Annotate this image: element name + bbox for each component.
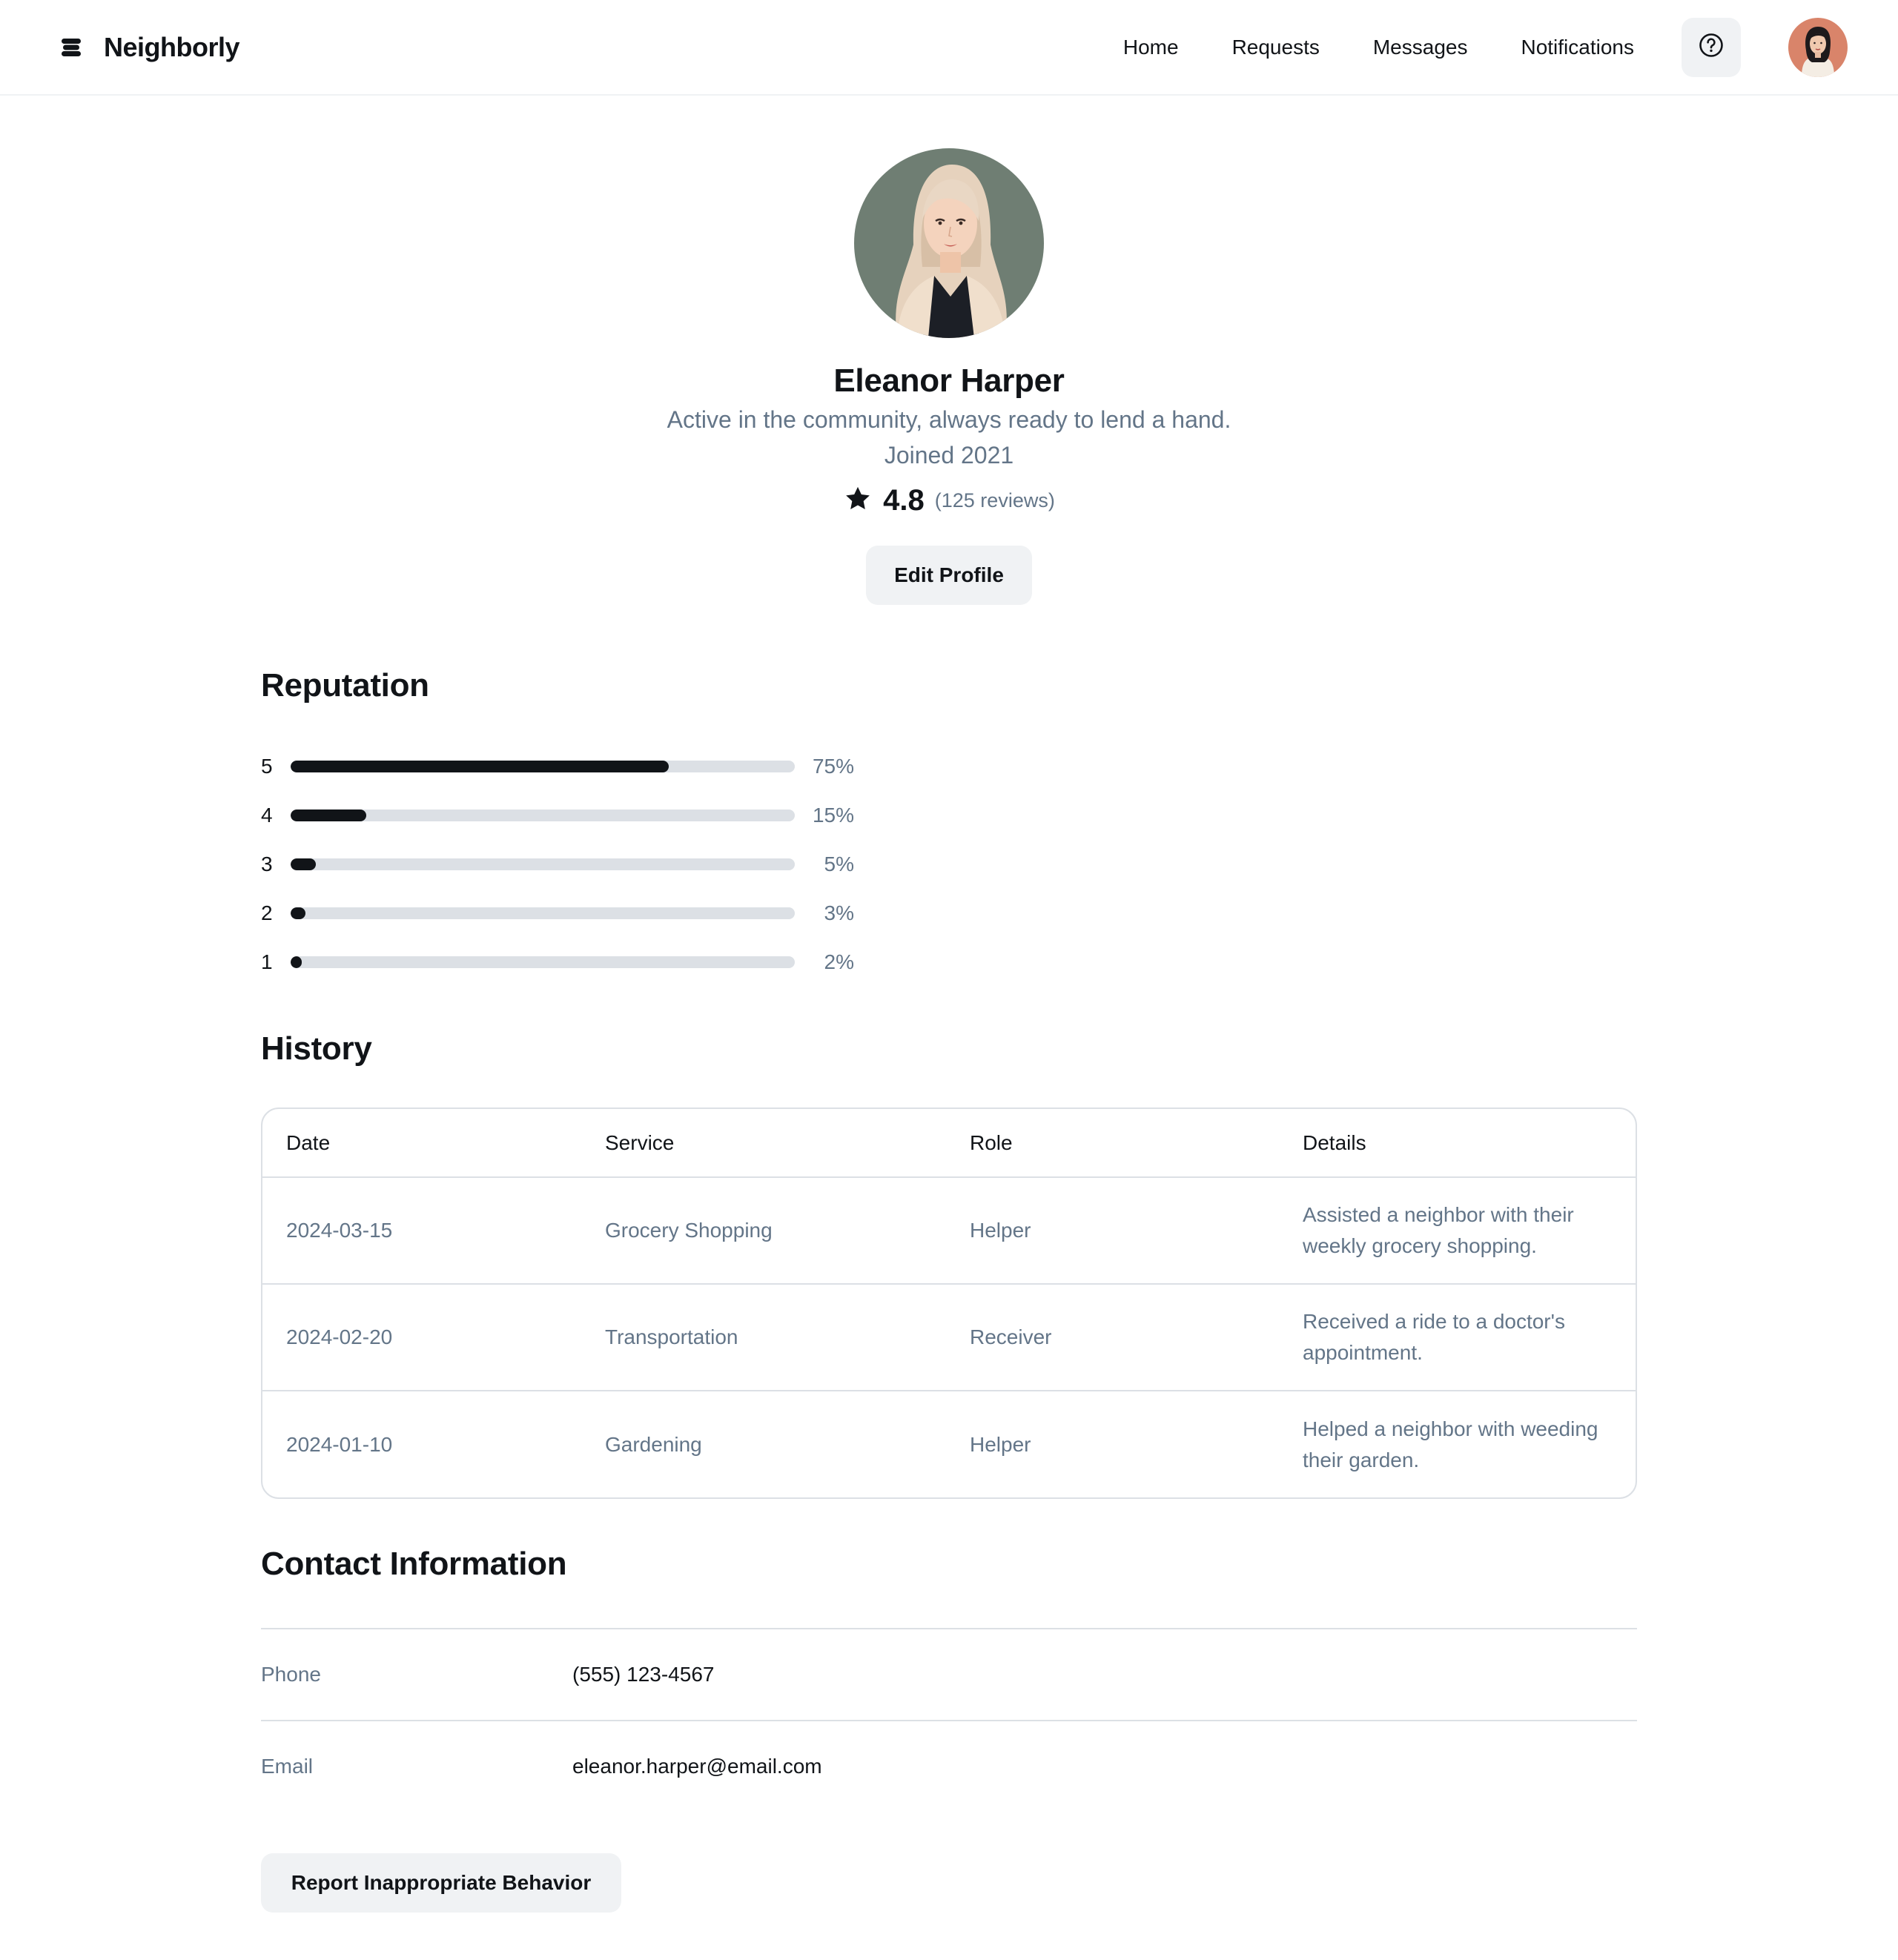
cell-role: Helper <box>946 1390 1279 1497</box>
email-value[interactable]: eleanor.harper@email.com <box>572 1755 822 1778</box>
rating-percent: 5% <box>824 852 854 875</box>
table-row: 2024-03-15 Grocery Shopping Helper Assis… <box>262 1176 1636 1284</box>
app-name: Neighborly <box>104 31 240 62</box>
nav-notifications[interactable]: Notifications <box>1521 36 1634 59</box>
history-heading: History <box>261 1030 372 1067</box>
progress-fill <box>291 810 366 821</box>
help-button[interactable] <box>1682 17 1741 77</box>
progress-fill <box>291 907 306 919</box>
history-table: Date Service Role Details 2024-03-15 Gro… <box>261 1108 1637 1499</box>
brand[interactable]: Neighborly <box>59 31 240 63</box>
profile-header: Eleanor Harper Active in the community, … <box>0 148 1898 605</box>
rating-level: 3 <box>261 852 273 875</box>
reputation-row-5: 5 75% <box>261 752 854 781</box>
phone-label: Phone <box>261 1663 321 1686</box>
column-header-service: Service <box>605 1130 675 1154</box>
contact-row-phone: Phone (555) 123-4567 <box>261 1628 1637 1720</box>
nav-home[interactable]: Home <box>1123 36 1179 59</box>
reputation-row-4: 4 15% <box>261 801 854 830</box>
top-navbar: Neighborly Home Requests Messages Notifi… <box>0 0 1898 96</box>
profile-name: Eleanor Harper <box>833 362 1065 399</box>
progress-track <box>291 858 795 870</box>
reputation-row-1: 1 2% <box>261 947 854 977</box>
nav-messages[interactable]: Messages <box>1373 36 1468 59</box>
edit-profile-button[interactable]: Edit Profile <box>866 546 1032 605</box>
cell-date: 2024-01-10 <box>262 1390 581 1497</box>
rating-percent: 3% <box>824 901 854 924</box>
rating-level: 1 <box>261 950 273 973</box>
rating-percent: 2% <box>824 950 854 973</box>
rating-level: 4 <box>261 804 273 827</box>
star-icon <box>843 484 873 517</box>
cell-service: Transportation <box>581 1283 946 1391</box>
column-header-details: Details <box>1303 1130 1366 1154</box>
progress-track <box>291 810 795 821</box>
review-count[interactable]: (125 reviews) <box>935 489 1055 512</box>
rating-summary: 4.8 (125 reviews) <box>0 482 1898 519</box>
phone-value[interactable]: (555) 123-4567 <box>572 1663 714 1686</box>
profile-avatar <box>854 148 1044 338</box>
cell-details: Helped a neighbor with weeding their gar… <box>1279 1390 1636 1497</box>
table-row: 2024-02-20 Transportation Receiver Recei… <box>262 1283 1636 1391</box>
progress-track <box>291 761 795 772</box>
cell-service: Gardening <box>581 1390 946 1497</box>
cell-details: Received a ride to a doctor's appointmen… <box>1279 1283 1636 1391</box>
cell-date: 2024-02-20 <box>262 1283 581 1391</box>
cell-details: Assisted a neighbor with their weekly gr… <box>1279 1176 1636 1284</box>
rating-level: 5 <box>261 755 273 778</box>
reputation-row-3: 3 5% <box>261 850 854 879</box>
progress-track <box>291 907 795 919</box>
table-header-row: Date Service Role Details <box>262 1109 1636 1177</box>
cell-role: Receiver <box>946 1283 1279 1391</box>
reputation-row-2: 2 3% <box>261 898 854 928</box>
cell-role: Helper <box>946 1176 1279 1284</box>
rating-value: 4.8 <box>883 483 925 517</box>
column-header-role: Role <box>970 1130 1013 1154</box>
rating-level: 2 <box>261 901 273 924</box>
reputation-heading: Reputation <box>261 667 429 703</box>
rating-percent: 75% <box>812 755 854 778</box>
user-avatar[interactable] <box>1788 17 1848 77</box>
rating-percent: 15% <box>812 804 854 827</box>
report-behavior-button[interactable]: Report Inappropriate Behavior <box>261 1853 621 1913</box>
contact-heading: Contact Information <box>261 1546 567 1582</box>
progress-track <box>291 956 795 968</box>
cell-date: 2024-03-15 <box>262 1176 581 1284</box>
column-header-date: Date <box>286 1130 331 1154</box>
cell-service: Grocery Shopping <box>581 1176 946 1284</box>
nav-requests[interactable]: Requests <box>1232 36 1320 59</box>
profile-joined: Joined 2021 <box>884 442 1014 469</box>
main-nav: Home Requests Messages Notifications <box>1123 17 1848 77</box>
progress-fill <box>291 858 316 870</box>
progress-fill <box>291 956 302 968</box>
profile-bio: Active in the community, always ready to… <box>667 406 1231 433</box>
question-circle-icon <box>1698 32 1725 62</box>
table-row: 2024-01-10 Gardening Helper Helped a nei… <box>262 1390 1636 1497</box>
progress-fill <box>291 761 669 772</box>
email-label: Email <box>261 1755 314 1778</box>
stack-logo-icon <box>59 36 83 59</box>
contact-row-email: Email eleanor.harper@email.com <box>261 1720 1637 1812</box>
